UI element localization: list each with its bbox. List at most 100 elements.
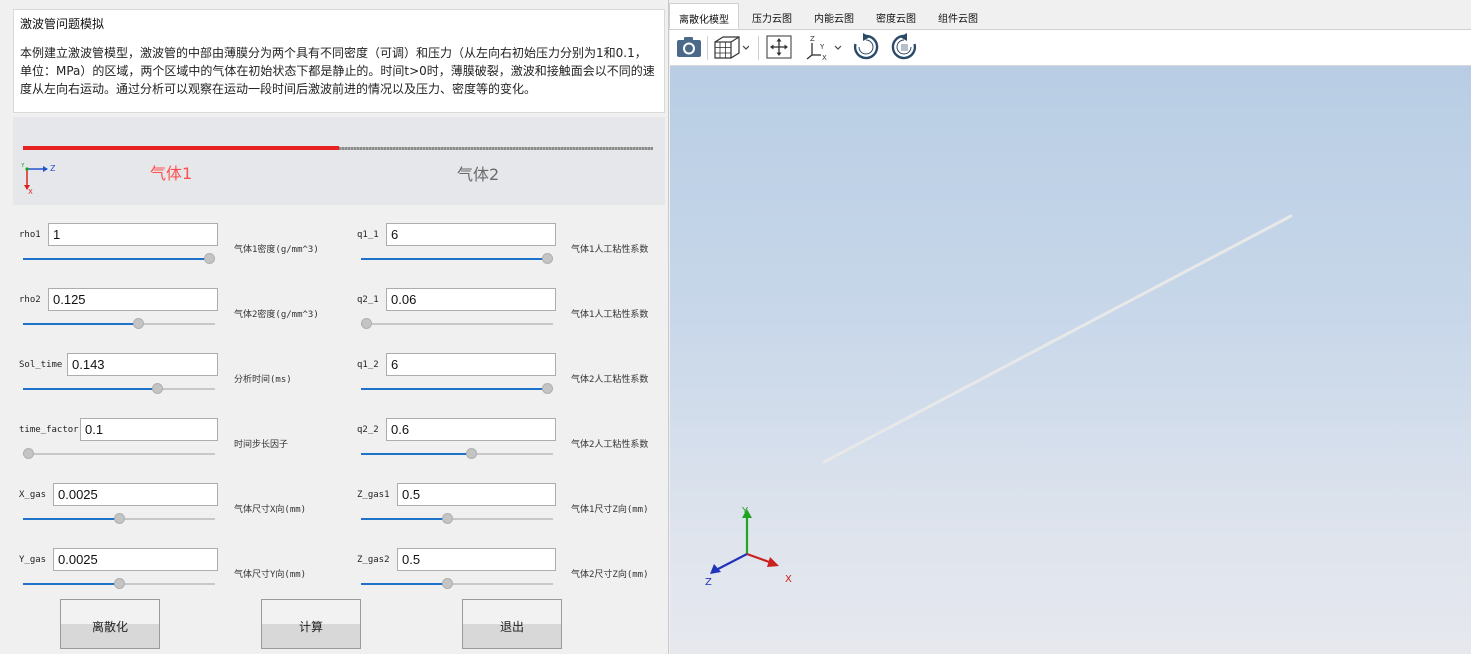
slider-fill	[361, 453, 471, 455]
param-input-rho2[interactable]: 0.125	[48, 288, 218, 311]
gas1-region	[23, 146, 339, 150]
slider-fill	[361, 388, 547, 390]
view-cube-icon[interactable]	[711, 33, 749, 61]
fit-view-icon[interactable]	[764, 33, 794, 61]
slider-thumb[interactable]	[542, 253, 553, 264]
param-input-q2-1[interactable]: 0.06	[386, 288, 556, 311]
param-slider-sol-time[interactable]	[23, 383, 215, 395]
param-description-q2-1: 气体1人工粘性系数	[571, 310, 649, 320]
exit-button[interactable]: 退出	[462, 599, 562, 649]
svg-text:X: X	[822, 54, 827, 61]
triad-x-label: X	[785, 574, 792, 585]
param-slider-q1-2[interactable]	[361, 383, 553, 395]
slider-thumb[interactable]	[466, 448, 477, 459]
param-description-z-gas1: 气体1尺寸Z向(mm)	[571, 505, 649, 515]
param-input-x-gas[interactable]: 0.0025	[53, 483, 218, 506]
param-label-z-gas2: Z_gas2	[357, 555, 390, 565]
param-description-q1-2: 气体2人工粘性系数	[571, 375, 649, 385]
result-viewer: 离散化模型 压力云图 内能云图 密度云图 组件云图 Z Y X Y X Z	[668, 0, 1471, 654]
param-input-q1-1[interactable]: 6	[386, 223, 556, 246]
param-label-q2-1: q2_1	[357, 295, 379, 305]
slider-thumb[interactable]	[23, 448, 34, 459]
gas1-label: 气体1	[150, 164, 193, 183]
param-description-y-gas: 气体尺寸Y向(mm)	[234, 570, 307, 580]
svg-text:Z: Z	[810, 35, 815, 43]
axes-triad-icon: Y X Z	[705, 506, 792, 588]
triad-y-label: Y	[741, 506, 749, 517]
param-input-z-gas2[interactable]: 0.5	[397, 548, 556, 571]
discretize-button[interactable]: 离散化	[60, 599, 160, 649]
slider-thumb[interactable]	[133, 318, 144, 329]
tab-pressure-contour[interactable]: 压力云图	[741, 3, 803, 29]
param-slider-z-gas2[interactable]	[361, 578, 553, 590]
slider-thumb[interactable]	[442, 513, 453, 524]
rotate-cw-icon[interactable]	[851, 33, 881, 61]
tab-internal-energy-contour[interactable]: 内能云图	[803, 3, 865, 29]
description-body: 本例建立激波管模型，激波管的中部由薄膜分为两个具有不同密度（可调）和压力（从左向…	[20, 46, 655, 96]
slider-thumb[interactable]	[542, 383, 553, 394]
param-description-z-gas2: 气体2尺寸Z向(mm)	[571, 570, 649, 580]
param-input-q1-2[interactable]: 6	[386, 353, 556, 376]
slider-fill	[23, 518, 119, 520]
param-input-y-gas[interactable]: 0.0025	[53, 548, 218, 571]
param-input-q2-2[interactable]: 0.6	[386, 418, 556, 441]
param-slider-y-gas[interactable]	[23, 578, 215, 590]
compute-button[interactable]: 计算	[261, 599, 361, 649]
param-slider-q2-1[interactable]	[361, 318, 553, 330]
slider-fill	[361, 583, 447, 585]
param-label-q1-1: q1_1	[357, 230, 379, 240]
param-input-z-gas1[interactable]: 0.5	[397, 483, 556, 506]
view-tabs: 离散化模型 压力云图 内能云图 密度云图 组件云图	[669, 0, 1471, 30]
small-axis-x-label: X	[28, 188, 33, 195]
param-slider-x-gas[interactable]	[23, 513, 215, 525]
param-slider-rho2[interactable]	[23, 318, 215, 330]
axes-orient-icon[interactable]: Z Y X	[803, 33, 843, 61]
param-label-x-gas: X_gas	[19, 490, 47, 500]
tab-density-contour[interactable]: 密度云图	[865, 3, 927, 29]
slider-thumb[interactable]	[114, 578, 125, 589]
param-label-z-gas1: Z_gas1	[357, 490, 390, 500]
slider-thumb[interactable]	[204, 253, 215, 264]
gas2-label: 气体2	[457, 165, 500, 184]
axes-triad-small-icon: Z X Y	[21, 163, 56, 195]
3d-viewport[interactable]: Y X Z	[670, 66, 1471, 654]
slider-thumb[interactable]	[114, 513, 125, 524]
param-slider-q2-2[interactable]	[361, 448, 553, 460]
param-label-sol-time: Sol_time	[19, 360, 63, 370]
slider-fill	[23, 258, 209, 260]
param-label-time-factor: time_factor	[19, 425, 79, 435]
description-title: 激波管问题模拟	[20, 17, 105, 31]
rotate-ccw-icon[interactable]	[889, 33, 919, 61]
app-window: 激波管问题模拟 本例建立激波管模型，激波管的中部由薄膜分为两个具有不同密度（可调…	[0, 0, 1471, 654]
small-axis-z-label: Z	[50, 164, 56, 173]
param-input-rho1[interactable]: 1	[48, 223, 218, 246]
camera-icon[interactable]	[674, 33, 704, 61]
slider-fill	[23, 388, 157, 390]
slider-thumb[interactable]	[361, 318, 372, 329]
param-description-time-factor: 时间步长因子	[234, 440, 289, 450]
tube-mesh-line	[822, 214, 1293, 464]
param-description-q1-1: 气体1人工粘性系数	[571, 245, 649, 255]
slider-thumb[interactable]	[152, 383, 163, 394]
param-slider-rho1[interactable]	[23, 253, 215, 265]
param-slider-time-factor[interactable]	[23, 448, 215, 460]
gas2-region	[339, 147, 653, 150]
slider-thumb[interactable]	[442, 578, 453, 589]
tab-component-contour[interactable]: 组件云图	[927, 3, 989, 29]
tube-model-3d: Y X Z	[705, 214, 1293, 588]
tab-discretized-model[interactable]: 离散化模型	[669, 3, 739, 29]
slider-fill	[361, 258, 547, 260]
triad-z-label: Z	[705, 577, 712, 588]
description-box: 激波管问题模拟 本例建立激波管模型，激波管的中部由薄膜分为两个具有不同密度（可调…	[13, 9, 665, 113]
param-input-time-factor[interactable]: 0.1	[80, 418, 218, 441]
parameter-panel: 激波管问题模拟 本例建立激波管模型，激波管的中部由薄膜分为两个具有不同密度（可调…	[0, 0, 668, 654]
param-slider-q1-1[interactable]	[361, 253, 553, 265]
slider-track	[23, 453, 215, 455]
toolbar-separator	[758, 36, 759, 60]
param-input-sol-time[interactable]: 0.143	[67, 353, 218, 376]
param-description-sol-time: 分析时间(ms)	[234, 375, 292, 385]
tube-schematic: 气体1 气体2 Z X Y	[13, 117, 665, 205]
param-slider-z-gas1[interactable]	[361, 513, 553, 525]
param-description-x-gas: 气体尺寸X向(mm)	[234, 505, 307, 515]
param-label-y-gas: Y_gas	[19, 555, 47, 565]
